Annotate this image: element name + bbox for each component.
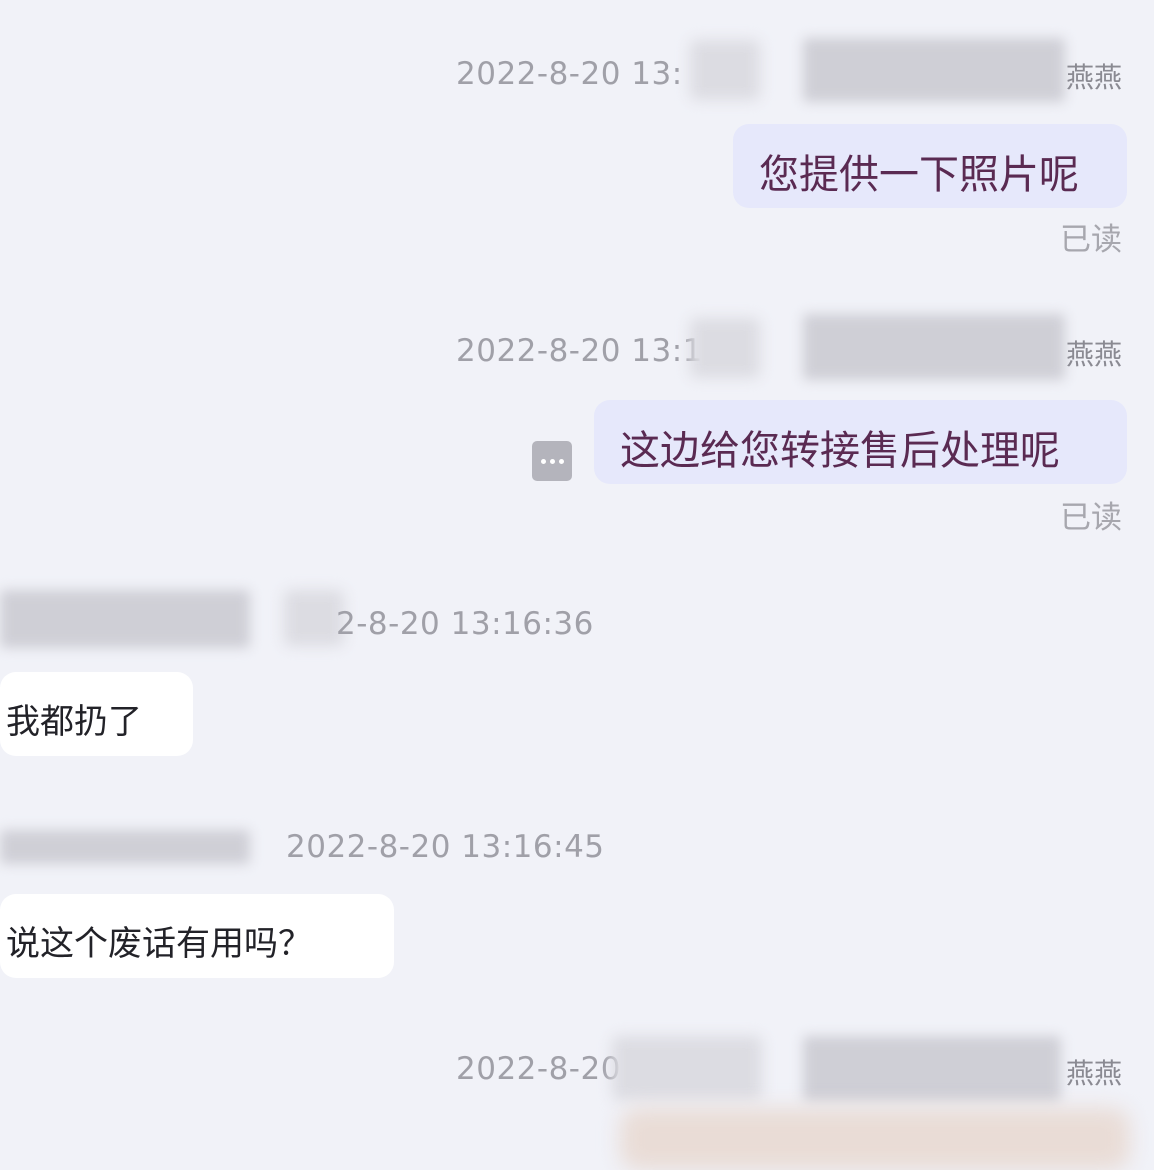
message-timestamp: 2-8-20 13:16:36 xyxy=(336,606,594,642)
message-timestamp: 2022-8-20 xyxy=(456,1051,621,1087)
sender-name: 燕燕 xyxy=(1066,61,1123,94)
redacted-area xyxy=(690,40,760,100)
redacted-sender-name xyxy=(803,314,1065,380)
redacted-area xyxy=(284,590,344,646)
redacted-area xyxy=(612,1036,762,1100)
read-status: 已读 xyxy=(1060,500,1122,536)
redacted-sender-name xyxy=(803,38,1065,102)
sender-name: 燕燕 xyxy=(1066,338,1123,371)
outgoing-image-preview[interactable] xyxy=(620,1108,1130,1170)
message-timestamp: 2022-8-20 13: xyxy=(456,56,683,92)
message-timestamp: 2022-8-20 13:1 xyxy=(456,333,703,369)
redacted-sender-name xyxy=(803,1036,1061,1102)
more-icon[interactable] xyxy=(532,441,572,481)
redacted-sender-name xyxy=(0,590,250,648)
redacted-area xyxy=(690,318,760,378)
outgoing-message-bubble[interactable]: 这边给您转接售后处理呢 xyxy=(594,400,1127,484)
incoming-message-bubble[interactable]: 我都扔了 xyxy=(0,672,193,756)
sender-name: 燕燕 xyxy=(1066,1057,1123,1090)
outgoing-message-bubble[interactable]: 您提供一下照片呢 xyxy=(733,124,1127,208)
read-status: 已读 xyxy=(1060,222,1122,258)
incoming-message-bubble[interactable]: 说这个废话有用吗？ xyxy=(0,894,394,978)
message-timestamp: 2022-8-20 13:16:45 xyxy=(286,829,605,865)
redacted-sender-name xyxy=(0,830,250,864)
